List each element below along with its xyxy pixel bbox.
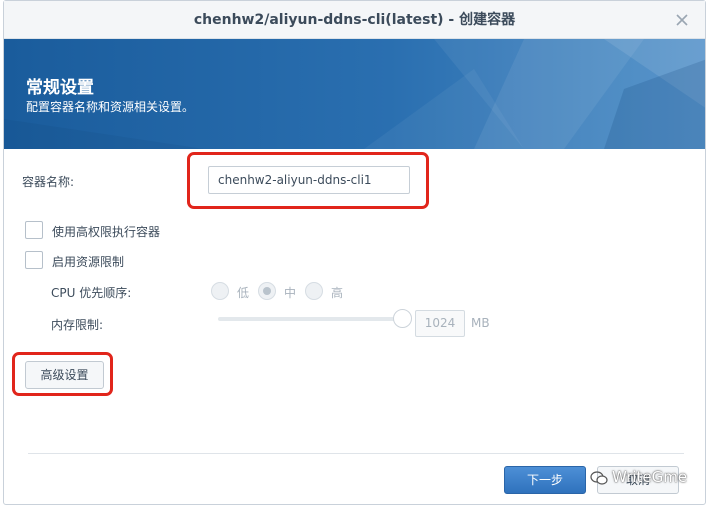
next-button[interactable]: 下一步 (504, 466, 586, 494)
dialog-title: chenhw2/aliyun-ddns-cli(latest) - 创建容器 (193, 12, 516, 28)
create-container-dialog: chenhw2/aliyun-ddns-cli(latest) - 创建容器 常… (3, 0, 706, 505)
watermark-text: WriteGme (612, 468, 688, 486)
footer-divider (28, 453, 684, 454)
cpu-priority-label: CPU 优先顺序: (51, 286, 132, 300)
header-banner: 常规设置 配置容器名称和资源相关设置。 (4, 39, 705, 149)
cpu-medium-label: 中 (284, 286, 297, 300)
wechat-icon (590, 471, 608, 485)
banner-background (4, 39, 705, 149)
advanced-settings-button[interactable]: 高级设置 (25, 361, 104, 389)
container-name-label: 容器名称: (22, 175, 75, 189)
dialog-titlebar: chenhw2/aliyun-ddns-cli(latest) - 创建容器 (4, 1, 705, 39)
container-name-input[interactable] (208, 166, 410, 194)
resource-limit-label: 启用资源限制 (52, 255, 125, 269)
memory-value-input[interactable]: 1024 (415, 310, 465, 337)
banner-title: 常规设置 (26, 78, 94, 98)
cpu-high-label: 高 (331, 286, 344, 300)
banner-subtitle: 配置容器名称和资源相关设置。 (26, 100, 195, 114)
memory-slider-handle[interactable] (393, 309, 412, 328)
cpu-low-radio[interactable] (211, 282, 229, 300)
high-privilege-checkbox[interactable] (25, 221, 43, 239)
resource-limit-checkbox[interactable] (25, 251, 43, 269)
memory-unit: MB (471, 316, 490, 330)
high-privilege-label: 使用高权限执行容器 (52, 225, 161, 239)
cpu-medium-radio[interactable] (258, 282, 276, 300)
cpu-high-radio[interactable] (305, 282, 323, 300)
cpu-low-label: 低 (237, 286, 250, 300)
memory-slider-track[interactable] (218, 317, 404, 321)
memory-limit-label: 内存限制: (51, 318, 104, 332)
close-icon[interactable] (673, 11, 691, 29)
